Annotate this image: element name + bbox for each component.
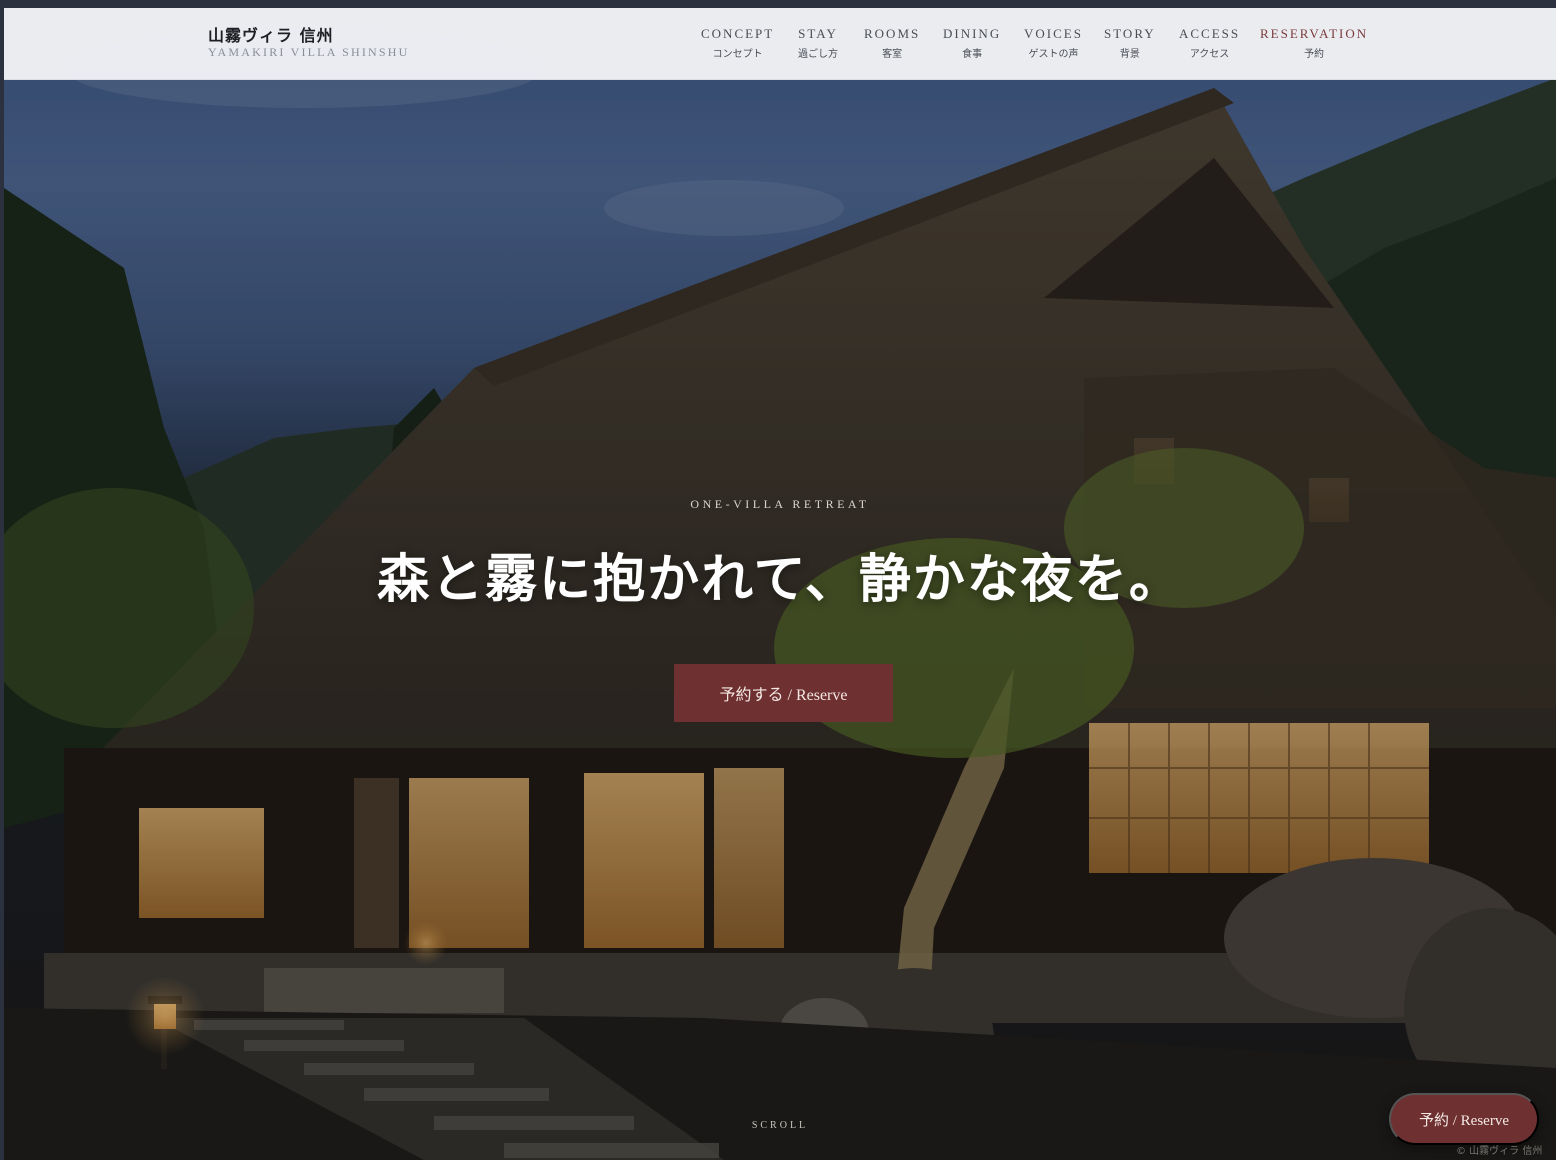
nav-label-en: STAY — [798, 26, 838, 41]
nav-item-stay[interactable]: STAY 過ごし方 — [798, 26, 838, 62]
page: 山霧ヴィラ 信州 YAMAKIRI VILLA SHINSHU CONCEPT … — [4, 8, 1556, 1160]
reserve-button[interactable]: 予約する / Reserve — [674, 664, 893, 722]
nav-label-ja: コンセプト — [712, 49, 763, 60]
nav-label-ja: ゲストの声 — [1028, 49, 1079, 60]
nav-label-ja: 過ごし方 — [798, 49, 838, 60]
copyright-text: © 山霧ヴィラ 信州 — [1456, 1146, 1543, 1157]
nav-label-ja: 食事 — [962, 49, 983, 60]
nav-label-en: CONCEPT — [701, 26, 775, 41]
nav-item-story[interactable]: STORY 背景 — [1104, 26, 1156, 62]
hero-headline: 森と霧に抱かれて、静かな夜を。 — [377, 549, 1183, 610]
nav-item-access[interactable]: ACCESS アクセス — [1179, 26, 1240, 62]
nav-label-en: ACCESS — [1179, 26, 1241, 41]
nav-label-en: STORY — [1104, 26, 1156, 41]
nav-label-ja: 客室 — [882, 49, 903, 60]
nav-label-en: ROOMS — [864, 26, 921, 41]
nav-item-concept[interactable]: CONCEPT コンセプト — [701, 26, 774, 62]
nav-label-en: DINING — [943, 26, 1002, 41]
nav-item-rooms[interactable]: ROOMS 客室 — [864, 26, 920, 62]
nav-label-ja: 背景 — [1119, 49, 1140, 60]
site-header: 山霧ヴィラ 信州 YAMAKIRI VILLA SHINSHU CONCEPT … — [4, 8, 1556, 80]
nav-item-reservation[interactable]: RESERVATION 予約 — [1260, 26, 1368, 62]
window-top-bar — [0, 0, 1556, 8]
nav-item-voices[interactable]: VOICES ゲストの声 — [1024, 26, 1083, 62]
hero-eyebrow: ONE-VILLA RETREAT — [690, 497, 870, 511]
nav-label-en: VOICES — [1024, 26, 1083, 41]
nav-label-ja: 予約 — [1304, 49, 1325, 60]
brand-name-ja: 山霧ヴィラ 信州 — [208, 26, 334, 45]
brand-logo[interactable]: 山霧ヴィラ 信州 YAMAKIRI VILLA SHINSHU — [208, 26, 410, 59]
floating-reserve-button[interactable]: 予約 / Reserve — [1389, 1093, 1539, 1145]
scroll-indicator[interactable]: SCROLL — [4, 1120, 1556, 1131]
nav-label-ja: アクセス — [1189, 49, 1230, 60]
nav-label-en: RESERVATION — [1260, 26, 1369, 41]
nav-item-dining[interactable]: DINING 食事 — [943, 26, 1001, 62]
brand-name-en: YAMAKIRI VILLA SHINSHU — [208, 45, 410, 59]
